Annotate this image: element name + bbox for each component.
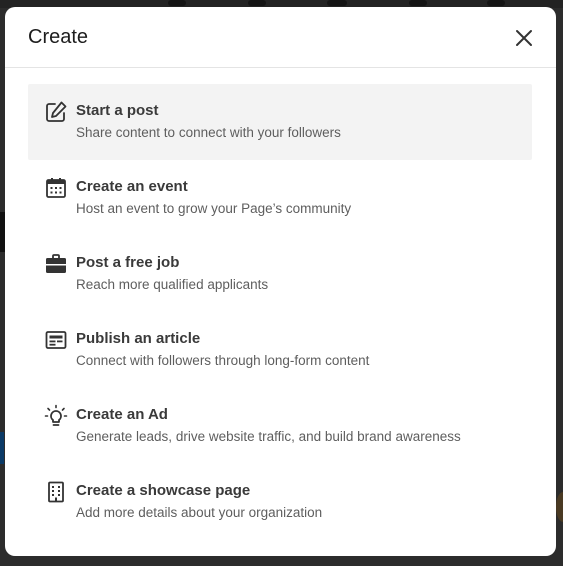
- calendar-icon: [46, 178, 66, 198]
- article-icon: [45, 331, 67, 349]
- backdrop-nav-icon: [248, 0, 266, 6]
- pencil-square-icon: [46, 101, 67, 122]
- option-description: Add more details about your organization: [76, 505, 323, 520]
- option-title: Publish an article: [76, 330, 201, 347]
- option-post-a-free-job[interactable]: Post a free job Reach more qualified app…: [28, 236, 532, 312]
- option-title: Post a free job: [76, 254, 180, 271]
- dialog-header: Create: [5, 7, 556, 68]
- briefcase-icon: [46, 254, 66, 273]
- option-title: Start a post: [76, 102, 159, 119]
- dialog-title: Create: [28, 26, 89, 48]
- option-description: Reach more qualified applicants: [76, 277, 269, 292]
- option-create-an-ad[interactable]: Create an Ad Generate leads, drive websi…: [28, 388, 532, 464]
- option-create-an-event[interactable]: Create an event Host an event to grow yo…: [28, 160, 532, 236]
- backdrop-nav-icon: [327, 0, 347, 6]
- option-create-a-showcase-page[interactable]: Create a showcase page Add more details …: [28, 464, 532, 540]
- option-start-a-post[interactable]: Start a post Share content to connect wi…: [28, 84, 532, 160]
- option-title: Create an Ad: [76, 406, 168, 423]
- building-icon: [48, 481, 64, 503]
- option-description: Share content to connect with your follo…: [76, 125, 341, 140]
- option-description: Connect with followers through long-form…: [76, 353, 370, 368]
- option-description: Generate leads, drive website traffic, a…: [76, 429, 461, 444]
- option-publish-an-article[interactable]: Publish an article Connect with follower…: [28, 312, 532, 388]
- backdrop-nav-icon: [487, 0, 505, 6]
- close-button[interactable]: [512, 26, 536, 50]
- create-dialog: Create Start a post Share content to con…: [5, 7, 556, 556]
- backdrop-nav-icon: [168, 0, 186, 6]
- lightbulb-icon: [44, 404, 68, 426]
- option-title: Create an event: [76, 178, 188, 195]
- option-title: Create a showcase page: [76, 482, 251, 499]
- create-options-list: Start a post Share content to connect wi…: [28, 84, 532, 540]
- backdrop-link: [0, 432, 4, 464]
- option-description: Host an event to grow your Page’s commun…: [76, 201, 352, 216]
- close-icon: [516, 30, 532, 46]
- backdrop-nav-icon: [409, 0, 427, 6]
- backdrop-avatar: [556, 492, 563, 522]
